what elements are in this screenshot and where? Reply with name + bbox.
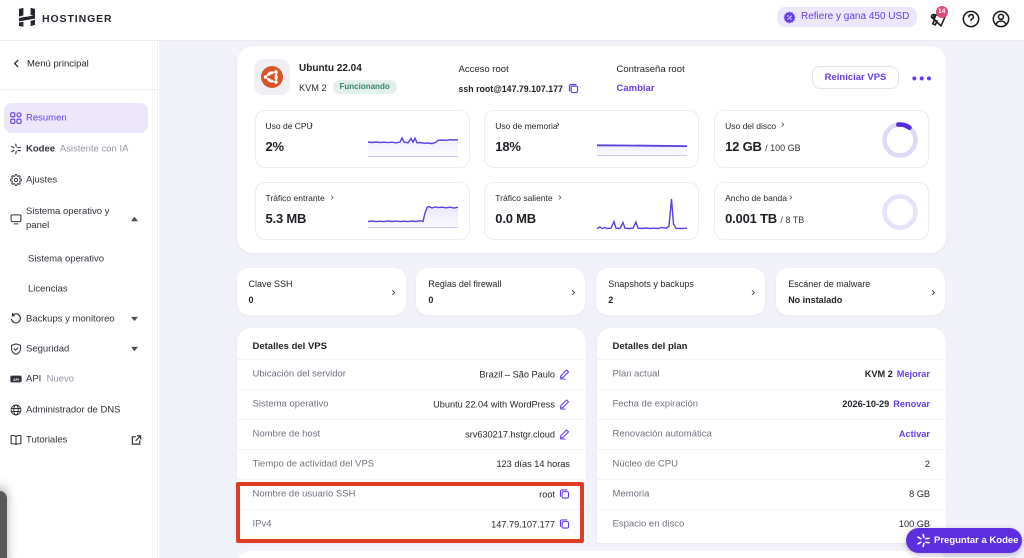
svg-text:API: API <box>13 378 19 382</box>
